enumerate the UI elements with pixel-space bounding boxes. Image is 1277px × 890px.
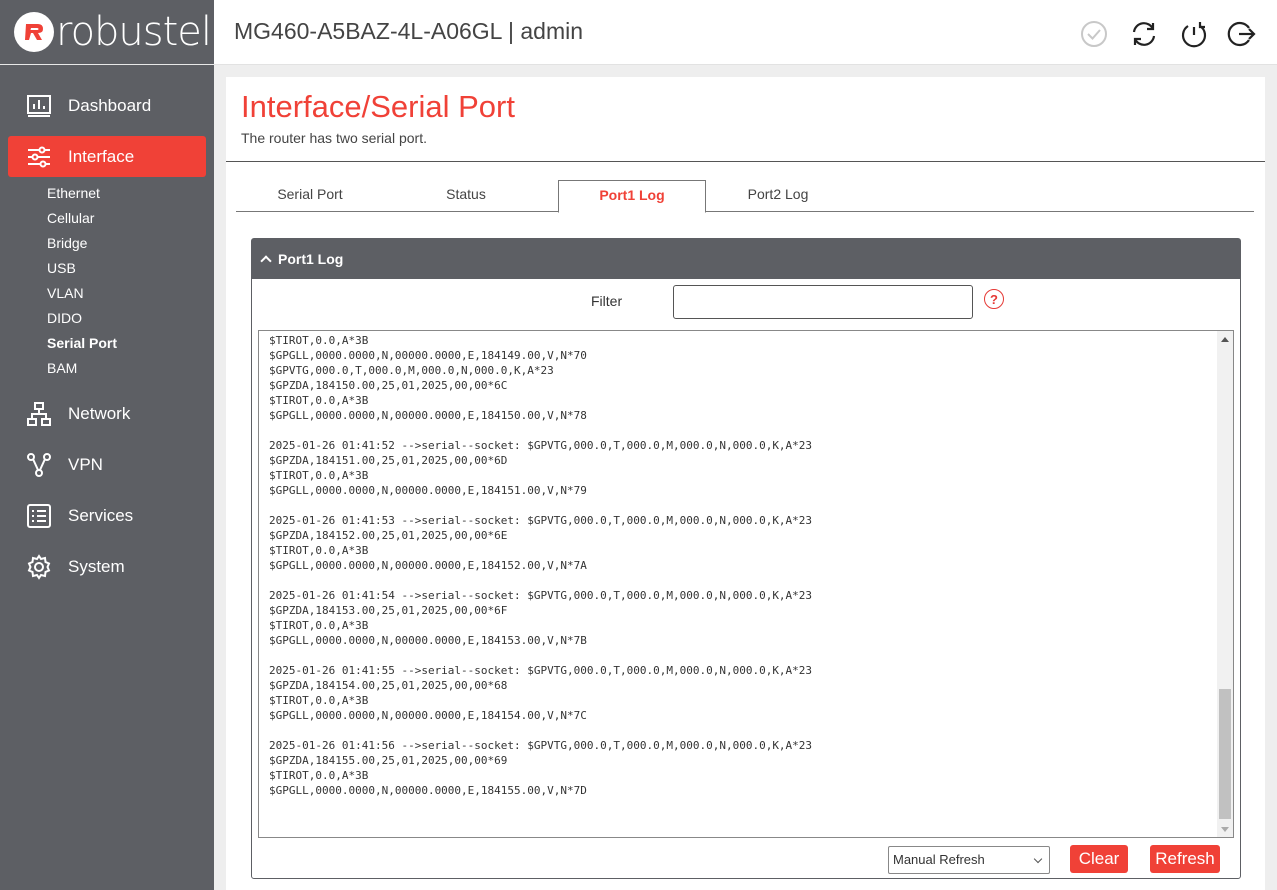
dashboard-icon (26, 93, 52, 119)
logout-icon[interactable] (1227, 19, 1257, 49)
sliders-icon (26, 144, 52, 170)
page-description: The router has two serial port. (241, 130, 427, 146)
sidebar-item-network[interactable]: Network (8, 393, 206, 434)
gear-icon (26, 553, 52, 580)
sync-icon[interactable] (1129, 19, 1159, 49)
interface-submenu: Ethernet Cellular Bridge USB VLAN DIDO S… (0, 181, 214, 381)
sidebar-item-vpn[interactable]: VPN (8, 444, 206, 485)
sidebar-item-interface[interactable]: Interface (8, 136, 206, 177)
page-title: Interface/Serial Port (241, 89, 515, 124)
scroll-thumb[interactable] (1219, 689, 1231, 819)
sidebar-subitem-cellular[interactable]: Cellular (0, 206, 214, 231)
main-content: Interface/Serial Port The router has two… (226, 77, 1265, 890)
tab-port1-log[interactable]: Port1 Log (558, 180, 706, 213)
sidebar-item-system[interactable]: System (8, 546, 206, 587)
panel-header[interactable]: Port1 Log (252, 239, 1240, 279)
divider (226, 161, 1265, 162)
tab-status[interactable]: Status (414, 180, 518, 212)
vpn-icon (26, 452, 52, 478)
services-icon (26, 503, 52, 529)
sidebar-subitem-dido[interactable]: DIDO (0, 306, 214, 331)
sidebar-subitem-bridge[interactable]: Bridge (0, 231, 214, 256)
refresh-mode-value: Manual Refresh (893, 852, 985, 867)
tab-port2-log[interactable]: Port2 Log (726, 180, 830, 212)
sidebar-item-label: Services (68, 505, 134, 525)
sidebar-subitem-serial-port[interactable]: Serial Port (0, 331, 214, 356)
scrollbar[interactable] (1217, 331, 1233, 837)
logo[interactable]: robustel (0, 0, 214, 65)
logo-text: robustel (56, 9, 212, 55)
filter-input[interactable] (673, 285, 973, 319)
help-icon[interactable]: ? (984, 289, 1004, 309)
network-icon (26, 401, 52, 427)
sidebar-item-label: Network (68, 403, 131, 423)
sidebar-item-services[interactable]: Services (8, 495, 206, 536)
refresh-mode-select[interactable]: Manual Refresh (888, 846, 1050, 874)
sidebar: robustel Dashboard Interface Ethernet Ce… (0, 0, 214, 890)
sidebar-subitem-bam[interactable]: BAM (0, 356, 214, 381)
log-text: $TIROT,0.0,A*3B $GPGLL,0000.0000,N,00000… (269, 334, 813, 797)
sidebar-item-dashboard[interactable]: Dashboard (8, 85, 206, 126)
top-header: MG460-A5BAZ-4L-A06GL | admin (214, 0, 1277, 65)
sidebar-item-label: Dashboard (68, 95, 152, 115)
reboot-icon[interactable] (1179, 19, 1209, 49)
clear-button[interactable]: Clear (1070, 845, 1128, 873)
check-icon[interactable] (1079, 19, 1109, 49)
scroll-down-arrow-icon[interactable] (1221, 827, 1229, 832)
refresh-button[interactable]: Refresh (1150, 845, 1220, 873)
panel-title: Port1 Log (278, 251, 344, 267)
chevron-down-icon (1033, 854, 1043, 864)
tab-serial-port[interactable]: Serial Port (258, 180, 362, 212)
sidebar-item-label: VPN (68, 454, 103, 474)
sidebar-item-label: System (68, 556, 125, 576)
scroll-up-arrow-icon[interactable] (1221, 337, 1229, 342)
chevron-up-icon (260, 255, 272, 267)
device-title: MG460-A5BAZ-4L-A06GL | admin (234, 18, 583, 44)
filter-label: Filter (591, 293, 623, 309)
log-output[interactable]: $TIROT,0.0,A*3B $GPGLL,0000.0000,N,00000… (258, 330, 1234, 838)
port1-log-panel: Port1 Log Filter ? $TIROT,0.0,A*3B $GPGL… (251, 238, 1241, 879)
sidebar-subitem-vlan[interactable]: VLAN (0, 281, 214, 306)
sidebar-subitem-usb[interactable]: USB (0, 256, 214, 281)
tab-bar: Serial Port Status Port1 Log Port2 Log (236, 180, 1254, 213)
sidebar-nav: Dashboard Interface Ethernet Cellular Br… (0, 65, 214, 587)
sidebar-subitem-ethernet[interactable]: Ethernet (0, 181, 214, 206)
sidebar-item-label: Interface (68, 146, 135, 166)
logo-icon (14, 12, 54, 52)
